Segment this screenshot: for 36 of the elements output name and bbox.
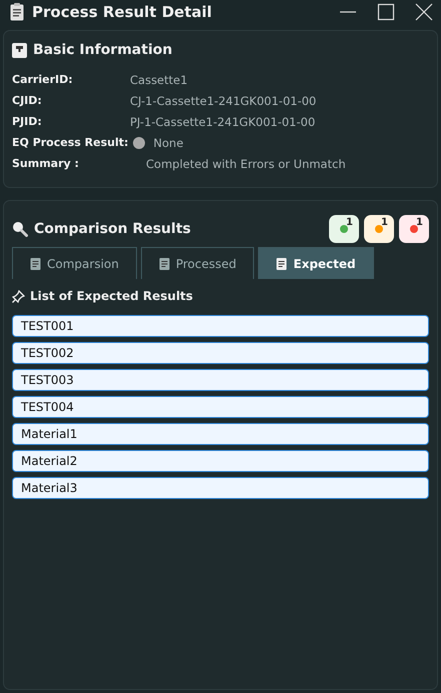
field-label: PJID: [12,115,43,128]
field-value: CJ-1-Cassette1-241GK001-01-00 [130,94,316,108]
magnifier-icon [12,221,28,237]
list-item[interactable]: Material1 [12,423,429,445]
badge-count: 1 [381,217,388,228]
clipboard-icon [276,257,288,270]
list-item[interactable]: TEST004 [12,396,429,418]
field-value: PJ-1-Cassette1-241GK001-01-00 [130,114,316,128]
list-item[interactable]: Material3 [12,477,429,499]
field-label: Summary : [12,157,80,170]
list-title: List of Expected Results [30,289,193,303]
field-label: CJID: [12,94,43,107]
field-value: Cassette1 [130,72,188,86]
field-label: CarrierID: [12,73,74,86]
pin-icon [12,290,25,302]
list-item[interactable]: TEST003 [12,369,429,391]
box-icon [12,42,27,58]
field-value: Completed with Errors or Unmatch [146,156,346,170]
field-label: EQ Process Result: [12,136,128,149]
list-item[interactable]: Material2 [12,450,429,472]
close-icon[interactable] [415,3,433,21]
tab[interactable]: Processed [140,247,254,279]
list-item[interactable]: TEST001 [12,315,429,337]
clipboard-icon [30,257,41,270]
list-item[interactable]: TEST002 [12,342,429,364]
clipboard-icon [158,257,170,270]
window-title: Process Result Detail [32,3,212,21]
tab[interactable]: Comparsion [12,247,137,279]
clipboard-icon [10,3,24,21]
maximize-icon[interactable] [377,3,395,21]
section-title: Basic Information [33,42,172,58]
tab[interactable]: Expected [258,247,374,279]
section-title: Comparison Results [34,221,191,237]
badge-count: 1 [416,217,423,228]
field-value: None [153,136,184,150]
badge-count: 1 [346,217,353,228]
